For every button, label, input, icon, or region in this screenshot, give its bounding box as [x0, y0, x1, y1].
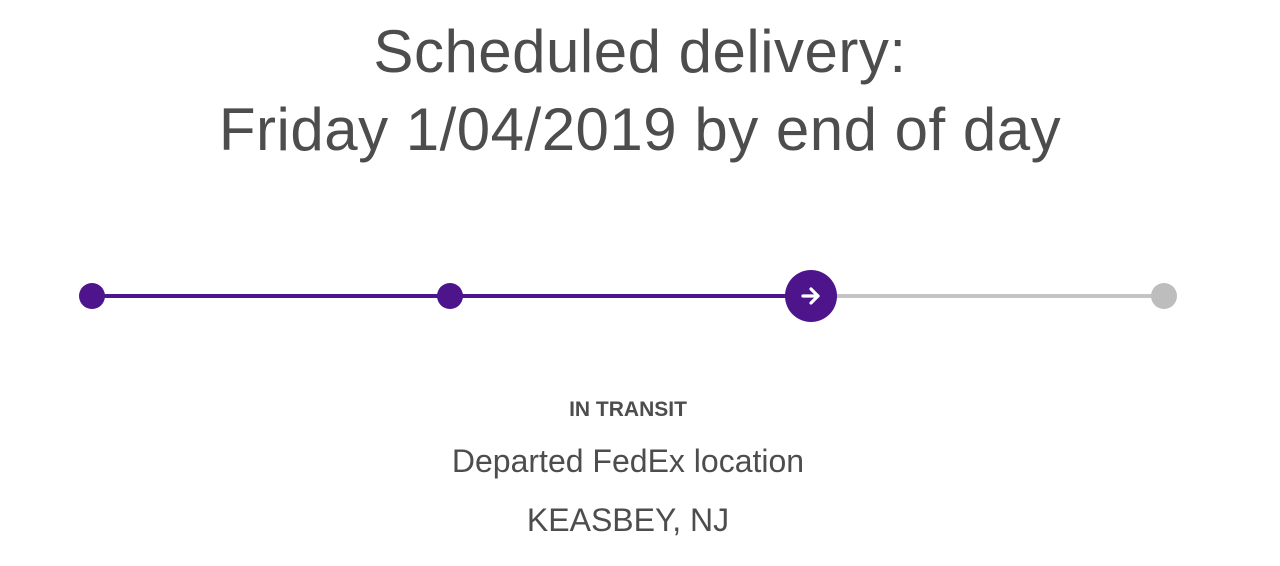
arrow-right-icon [801, 287, 820, 305]
shipment-progress-tracker [0, 0, 1280, 566]
progress-step-4-dot [1151, 283, 1177, 309]
status-location: KEASBEY, NJ [526, 502, 730, 538]
progress-step-1-dot [79, 283, 105, 309]
progress-step-2-dot [437, 283, 463, 309]
progress-track-remaining [812, 294, 1164, 298]
status-description: Departed FedEx location [451, 443, 805, 479]
status-label: IN TRANSIT [569, 398, 687, 421]
progress-step-3-current [785, 270, 837, 322]
